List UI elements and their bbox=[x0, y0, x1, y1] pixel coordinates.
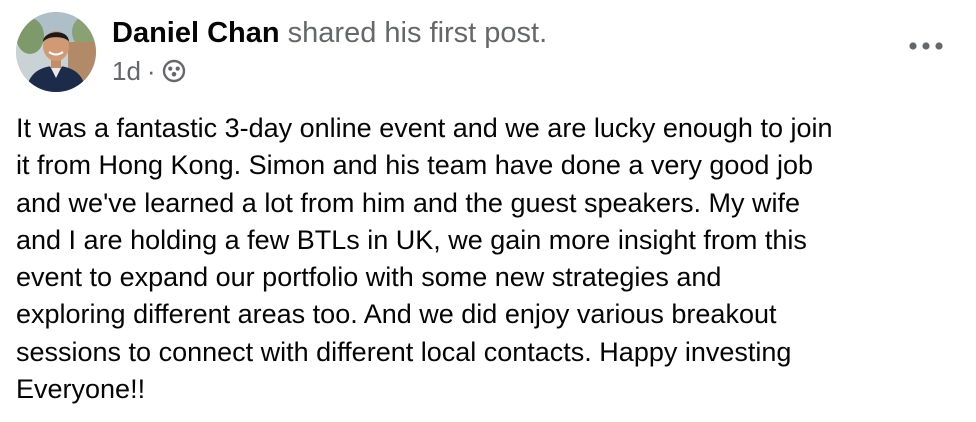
author-name[interactable]: Daniel Chan bbox=[112, 17, 280, 49]
post-body-line: and I are holding a few BTLs in UK, we g… bbox=[16, 224, 807, 255]
post-body-line: exploring different areas too. And we di… bbox=[16, 299, 777, 330]
post-action-text: shared his first post. bbox=[287, 17, 548, 49]
post-body-line: sessions to connect with different local… bbox=[16, 336, 792, 367]
post-body-line: and we've learned a lot from him and the… bbox=[16, 187, 801, 218]
author-line: Daniel Chan shared his first post. bbox=[112, 16, 547, 50]
post-header: Daniel Chan shared his first post. 1d · bbox=[16, 12, 960, 94]
post-card: Daniel Chan shared his first post. 1d · bbox=[0, 0, 976, 422]
post-body: It was a fantastic 3-day online event an… bbox=[16, 110, 956, 408]
post-timestamp[interactable]: 1d bbox=[112, 56, 141, 86]
post-body-line: Everyone!! bbox=[16, 374, 146, 405]
separator-dot: · bbox=[146, 56, 156, 86]
post-body-line: it from Hong Kong. Simon and his team ha… bbox=[16, 150, 813, 181]
more-horizontal-icon bbox=[909, 42, 943, 50]
more-options-button[interactable] bbox=[906, 34, 946, 58]
avatar[interactable] bbox=[16, 12, 96, 92]
post-body-line: It was a fantastic 3-day online event an… bbox=[16, 113, 833, 143]
avatar-photo bbox=[16, 12, 96, 92]
post-body-line: event to expand our portfolio with some … bbox=[16, 262, 722, 293]
post-meta: Daniel Chan shared his first post. 1d · bbox=[112, 16, 547, 86]
friends-group-icon[interactable] bbox=[162, 59, 186, 83]
post-subline: 1d · bbox=[112, 56, 547, 86]
